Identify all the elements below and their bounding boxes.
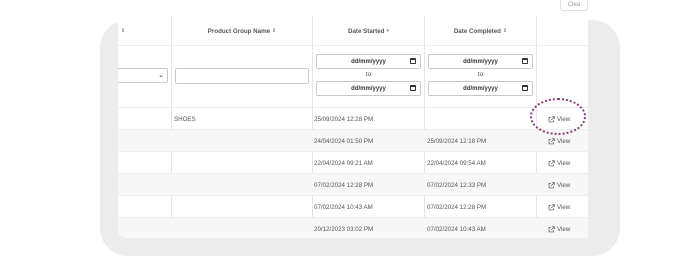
external-link-icon (548, 225, 555, 232)
cell-date-completed: 07/02/2024 12:28 PM (427, 203, 487, 211)
date-placeholder: dd/mm/yyyy (351, 58, 386, 65)
table-row[interactable]: SHOES 25/09/2024 12:28 PM View (118, 107, 588, 129)
table-row[interactable]: 07/02/2024 12:28 PM 07/02/2024 12:33 PM … (118, 173, 588, 195)
external-link-icon (548, 203, 555, 210)
date-completed-to-input[interactable]: dd/mm/yyyy (428, 81, 533, 96)
view-link[interactable]: View (548, 196, 570, 218)
date-placeholder: dd/mm/yyyy (351, 85, 386, 92)
column-header-label: Product Group Name (207, 27, 271, 35)
table-row[interactable]: 20/12/2023 03:02 PM 07/02/2024 10:43 AM … (118, 217, 588, 238)
external-link-icon (548, 159, 555, 166)
cell-date-started: 20/12/2023 03:02 PM (314, 225, 374, 233)
column-header-product-group-name[interactable]: Product Group Name ⇕ (172, 16, 312, 46)
cell-date-started: 24/04/2024 01:50 PM (314, 137, 374, 145)
view-link[interactable]: View (548, 218, 570, 238)
cell-date-completed: 22/04/2024 09:54 AM (427, 159, 486, 167)
cell-date-started: 25/09/2024 12:28 PM (314, 115, 374, 123)
column-header-partial[interactable]: ⇕ (118, 16, 126, 46)
cell-date-started: 07/02/2024 12:28 PM (314, 181, 374, 189)
sort-icon: ⇕ (120, 28, 126, 34)
cell-date-started: 07/02/2024 10:43 AM (314, 203, 373, 211)
view-highlight-annotation (530, 98, 586, 135)
view-link[interactable]: View (548, 152, 570, 174)
date-started-to-input[interactable]: dd/mm/yyyy (316, 81, 421, 96)
view-link-label: View (557, 203, 571, 211)
date-started-from-input[interactable]: dd/mm/yyyy (316, 54, 421, 69)
cell-date-completed: 07/02/2024 10:43 AM (427, 225, 486, 233)
column-header-label: Date Started (348, 27, 385, 35)
filter-row: ⌄ dd/mm/yyyy to dd/mm/yyyy dd/mm/yyyy to… (118, 46, 588, 107)
cell-product-group: SHOES (174, 115, 196, 123)
clear-button[interactable]: Clea (560, 0, 588, 11)
calendar-icon[interactable] (522, 58, 528, 64)
view-link[interactable]: View (548, 174, 570, 196)
table-row[interactable]: 24/04/2024 01:50 PM 25/09/2024 12:18 PM … (118, 129, 588, 151)
view-link-label: View (557, 181, 571, 189)
date-range-to-label: to (365, 72, 371, 78)
calendar-icon[interactable] (522, 85, 528, 91)
view-link-label: View (557, 137, 571, 145)
status-filter-select[interactable]: ⌄ (118, 68, 168, 83)
view-link-label: View (557, 159, 571, 167)
date-range-to-label: to (477, 72, 483, 78)
date-placeholder: dd/mm/yyyy (463, 85, 498, 92)
cell-date-completed: 07/02/2024 12:33 PM (427, 181, 487, 189)
sort-icon: ⇕ (272, 28, 277, 34)
view-link-label: View (557, 225, 571, 233)
data-table: ⇕ Product Group Name ⇕ Date Started ▾ Da… (118, 16, 588, 238)
date-placeholder: dd/mm/yyyy (463, 58, 498, 65)
cell-date-completed: 25/09/2024 12:18 PM (427, 137, 487, 145)
column-header-date-completed[interactable]: Date Completed ⇕ (425, 16, 536, 46)
chevron-down-icon: ⌄ (158, 72, 164, 79)
external-link-icon (548, 137, 555, 144)
cell-date-started: 22/04/2024 09:21 AM (314, 159, 373, 167)
calendar-icon[interactable] (410, 85, 416, 91)
sort-desc-icon: ▾ (386, 28, 389, 34)
column-header-date-started[interactable]: Date Started ▾ (313, 16, 424, 46)
table-row[interactable]: 07/02/2024 10:43 AM 07/02/2024 12:28 PM … (118, 195, 588, 217)
column-header-label: Date Completed (453, 27, 501, 35)
external-link-icon (548, 181, 555, 188)
product-group-filter-input[interactable] (175, 68, 309, 84)
table-row[interactable]: 22/04/2024 09:21 AM 22/04/2024 09:54 AM … (118, 151, 588, 173)
sort-icon: ⇕ (502, 28, 508, 34)
date-completed-from-input[interactable]: dd/mm/yyyy (428, 54, 533, 69)
calendar-icon[interactable] (410, 58, 416, 64)
